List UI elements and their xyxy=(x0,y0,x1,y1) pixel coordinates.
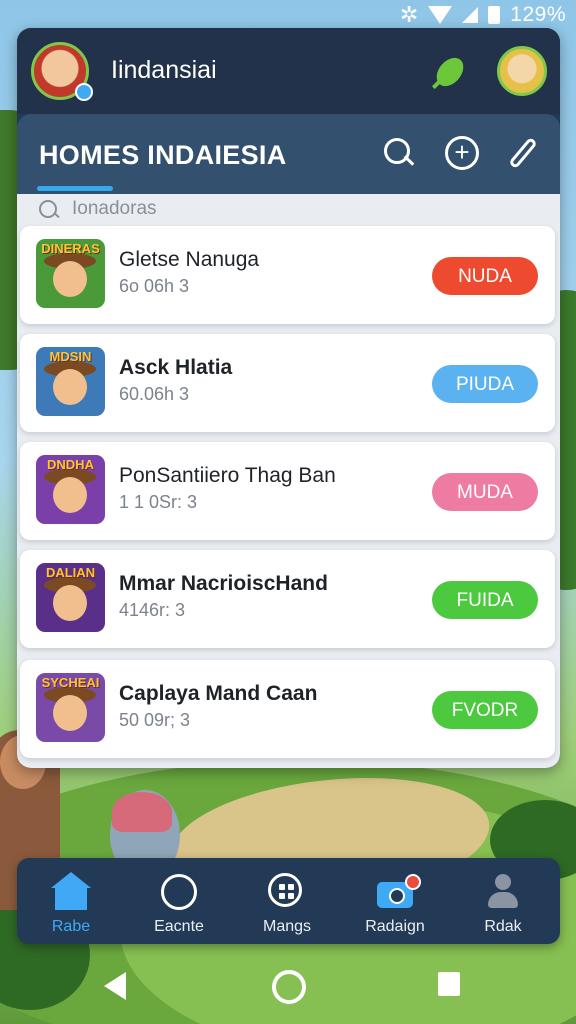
nav-label: Mangs xyxy=(262,918,312,935)
camera-icon-lens xyxy=(389,888,405,904)
nav-label: Rabe xyxy=(51,918,91,935)
game-meta: 4146r: 3 xyxy=(119,600,186,620)
home-icon xyxy=(51,872,91,912)
app-title: Iindansiai xyxy=(111,56,217,84)
nav-label: Eacnte xyxy=(154,918,204,935)
nav-item-mangs[interactable]: Mangs xyxy=(233,858,341,944)
game-title: Mmar NacrioiscHand xyxy=(119,572,328,595)
wifi-icon xyxy=(428,6,453,24)
status-bar: ✲ 129% xyxy=(0,0,576,27)
nav-item-rabe[interactable]: Rabe xyxy=(17,858,125,944)
creature-character-hat xyxy=(112,792,172,832)
game-meta: 50 09r; 3 xyxy=(119,710,191,730)
thumb-face xyxy=(53,261,87,297)
game-meta: 60.06h 3 xyxy=(119,384,190,404)
notification-dot-icon xyxy=(405,874,421,890)
explore-icon xyxy=(159,872,199,912)
thumb-logo: DNDHA xyxy=(47,457,94,472)
nav-item-radaign[interactable]: Radaign xyxy=(341,858,449,944)
list-item[interactable]: SYCHEAI Caplaya Mand Caan 50 09r; 3 FVOD… xyxy=(20,660,555,758)
nav-item-eacnte[interactable]: Eacnte xyxy=(125,858,233,944)
search-placeholder: Ionadoras xyxy=(72,198,157,219)
thumb-face xyxy=(53,695,87,731)
system-nav-bar xyxy=(0,950,576,1024)
apps-grid-icon xyxy=(267,872,307,912)
game-title: Asck Hlatia xyxy=(119,356,233,379)
game-title: Gletse Nanuga xyxy=(119,248,260,271)
game-action-button[interactable]: FVODR xyxy=(432,691,538,729)
status-time: 129% xyxy=(510,3,566,26)
edit-icon[interactable] xyxy=(504,136,538,170)
recents-icon[interactable] xyxy=(438,972,460,996)
thumb-logo: DINERAS xyxy=(41,241,100,256)
thumb-logo: SYCHEAI xyxy=(41,675,100,690)
game-meta: 1 1 0Sr: 3 xyxy=(119,492,198,512)
verified-badge-icon xyxy=(75,83,93,101)
list-item[interactable]: DINERAS Gletse Nanuga 6o 06h 3 NUDA xyxy=(20,226,555,324)
settings-status-icon: ✲ xyxy=(399,2,419,27)
profile-icon-body xyxy=(488,892,518,908)
list-item[interactable]: MDSIN Asck Hlatia 60.06h 3 PIUDA xyxy=(20,334,555,432)
search-field-icon xyxy=(39,200,57,218)
app-header: Iindansiai xyxy=(17,28,560,114)
profile-icon xyxy=(483,872,523,912)
section-header: HOMES INDAIESIA + xyxy=(17,114,560,194)
search-input[interactable]: Ionadoras xyxy=(17,194,560,224)
active-tab-indicator xyxy=(37,186,113,191)
home-button-icon[interactable] xyxy=(272,970,306,1004)
game-thumbnail: SYCHEAI xyxy=(36,673,105,742)
thumb-logo: DALIAN xyxy=(45,565,96,580)
edit-icon-bar xyxy=(508,136,538,170)
game-thumbnail: DALIAN xyxy=(36,563,105,632)
game-thumbnail: DNDHA xyxy=(36,455,105,524)
thumb-face xyxy=(53,585,87,621)
game-action-button[interactable]: NUDA xyxy=(432,257,538,295)
grid-dot xyxy=(279,884,285,890)
main-panel: Iindansiai HOMES INDAIESIA + Ionadoras D… xyxy=(17,28,560,768)
game-list: Ionadoras DINERAS Gletse Nanuga 6o 06h 3… xyxy=(17,194,560,768)
back-icon[interactable] xyxy=(104,972,126,1000)
game-title: Caplaya Mand Caan xyxy=(119,682,318,705)
add-icon[interactable]: + xyxy=(445,136,479,170)
thumb-face xyxy=(53,369,87,405)
search-field-icon-handle xyxy=(53,211,60,219)
user-avatar[interactable] xyxy=(497,46,547,96)
grid-dot xyxy=(288,893,294,899)
game-action-button[interactable]: MUDA xyxy=(432,473,538,511)
game-action-button[interactable]: PIUDA xyxy=(432,365,538,403)
game-action-button[interactable]: FUIDA xyxy=(432,581,538,619)
nav-label: Radaign xyxy=(365,918,425,935)
nav-label: Rdak xyxy=(484,918,522,935)
game-title: PonSantiiero Thag Ban xyxy=(119,464,336,487)
game-meta: 6o 06h 3 xyxy=(119,276,190,296)
home-icon-body xyxy=(55,886,87,910)
grid-dot xyxy=(279,893,285,899)
grid-dot xyxy=(288,884,294,890)
list-item[interactable]: DNDHA PonSantiiero Thag Ban 1 1 0Sr: 3 M… xyxy=(20,442,555,540)
search-icon[interactable] xyxy=(382,136,416,170)
nav-item-rdak[interactable]: Rdak xyxy=(449,858,557,944)
thumb-logo: MDSIN xyxy=(49,349,92,364)
game-thumbnail: MDSIN xyxy=(36,347,105,416)
bottom-nav: Rabe Eacnte Mangs Radaign Rdak xyxy=(17,858,560,944)
camera-icon xyxy=(375,872,421,912)
explore-icon-ring xyxy=(161,874,197,910)
profile-icon-head xyxy=(495,874,511,890)
list-item[interactable]: DALIAN Mmar NacrioiscHand 4146r: 3 FUIDA xyxy=(20,550,555,648)
game-thumbnail: DINERAS xyxy=(36,239,105,308)
signal-icon xyxy=(462,7,479,23)
section-title: HOMES INDAIESIA xyxy=(39,140,287,170)
battery-icon xyxy=(488,6,501,24)
apps-grid-icon-ring xyxy=(268,873,302,907)
thumb-face xyxy=(53,477,87,513)
leaf-button[interactable] xyxy=(429,50,473,94)
